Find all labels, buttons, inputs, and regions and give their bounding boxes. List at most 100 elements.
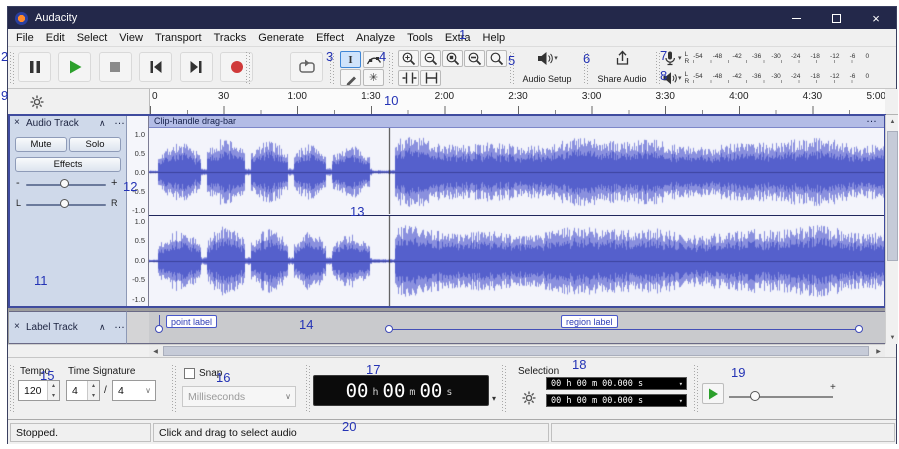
play-button[interactable] bbox=[58, 52, 91, 82]
point-label-handle[interactable] bbox=[155, 325, 163, 333]
time-signature-spinner[interactable]: ▴ ▾ bbox=[87, 381, 99, 400]
solo-button[interactable]: Solo bbox=[69, 137, 121, 152]
loop-button[interactable] bbox=[290, 52, 323, 82]
selection-gear-icon[interactable] bbox=[522, 391, 536, 405]
collapse-track-icon[interactable]: ∧ bbox=[99, 118, 106, 129]
stop-button[interactable] bbox=[99, 52, 132, 82]
selection-start-field[interactable]: 00 h 00 m 00.000 s ▾ bbox=[546, 377, 687, 390]
menu-item[interactable]: Effect bbox=[310, 30, 350, 46]
clip-handle-drag-bar[interactable]: Clip-handle drag-bar … bbox=[149, 115, 885, 128]
region-end-handle[interactable] bbox=[855, 325, 863, 333]
pan-slider-thumb[interactable] bbox=[60, 199, 69, 208]
recording-meter[interactable]: ▾ L R -54-48-42-36-30-24-18-12-60 bbox=[662, 49, 869, 67]
trim-audio-button[interactable] bbox=[398, 70, 419, 86]
selection-tool-button[interactable]: I bbox=[340, 51, 361, 68]
caret-down-icon: ▾ bbox=[678, 54, 682, 62]
menu-item[interactable]: File bbox=[10, 30, 40, 46]
toolbar-grip[interactable] bbox=[306, 365, 310, 413]
menu-item[interactable]: Tracks bbox=[208, 30, 253, 46]
effects-button[interactable]: Effects bbox=[15, 157, 121, 172]
play-at-speed-button[interactable] bbox=[702, 383, 724, 404]
position-seconds: 00 bbox=[419, 380, 442, 402]
toolbar-grip[interactable] bbox=[389, 52, 393, 84]
menu-item[interactable]: Transport bbox=[149, 30, 208, 46]
spin-up-icon[interactable]: ▴ bbox=[88, 381, 99, 391]
gain-minus-label: - bbox=[16, 177, 20, 189]
menu-item[interactable]: Tools bbox=[401, 30, 439, 46]
label-track-title[interactable]: Label Track bbox=[26, 322, 78, 333]
label-track-content[interactable]: point label region label bbox=[149, 311, 885, 344]
toolbar-grip[interactable] bbox=[172, 365, 176, 413]
collapse-track-icon[interactable]: ∧ bbox=[99, 322, 106, 333]
selection-end-field[interactable]: 00 h 00 m 00.000 s ▾ bbox=[546, 394, 687, 407]
pause-icon bbox=[26, 58, 44, 76]
menu-item[interactable]: Extra bbox=[439, 30, 477, 46]
multi-tool-button[interactable]: ✳ bbox=[363, 69, 384, 86]
track-menu-icon[interactable]: … bbox=[114, 319, 126, 331]
menu-item[interactable]: Edit bbox=[40, 30, 71, 46]
menu-item[interactable]: Analyze bbox=[350, 30, 401, 46]
snap-mode-select[interactable]: Milliseconds ∨ bbox=[182, 386, 296, 407]
gain-slider-thumb[interactable] bbox=[60, 179, 69, 188]
close-button[interactable]: × bbox=[856, 7, 896, 29]
time-signature-upper-input[interactable]: 4 ▴ ▾ bbox=[66, 380, 100, 401]
timeline-gear-icon[interactable] bbox=[30, 95, 44, 109]
clip-menu-icon[interactable]: … bbox=[866, 113, 878, 126]
waveform-channel-right[interactable] bbox=[149, 215, 885, 306]
playback-speed-slider[interactable] bbox=[729, 396, 833, 398]
track-menu-icon[interactable]: … bbox=[114, 115, 126, 127]
playback-meter[interactable]: ▾ L R -54-48-42-36-30-24-18-12-60 bbox=[662, 69, 869, 87]
menu-item[interactable]: Select bbox=[71, 30, 114, 46]
audio-position-display[interactable]: 00 h 00 m 00 s bbox=[313, 375, 489, 406]
vertical-scrollbar[interactable]: ▲ ▼ bbox=[885, 115, 898, 344]
fit-selection-button[interactable] bbox=[442, 50, 463, 67]
skip-to-start-button[interactable] bbox=[139, 52, 172, 82]
time-format-caret-icon[interactable]: ▾ bbox=[492, 394, 496, 403]
maximize-button[interactable] bbox=[816, 7, 856, 29]
waveform-channel-left[interactable] bbox=[149, 128, 885, 214]
silence-audio-button[interactable] bbox=[420, 70, 441, 86]
region-start-handle[interactable] bbox=[385, 325, 393, 333]
minimize-button[interactable] bbox=[776, 7, 816, 29]
scroll-down-arrow[interactable]: ▼ bbox=[886, 331, 899, 344]
skip-to-end-button[interactable] bbox=[180, 52, 213, 82]
menu-item[interactable]: Generate bbox=[252, 30, 310, 46]
mute-button[interactable]: Mute bbox=[15, 137, 67, 152]
spin-down-icon[interactable]: ▾ bbox=[48, 391, 59, 401]
tempo-spinner[interactable]: ▴ ▾ bbox=[47, 381, 59, 400]
zoom-in-button[interactable] bbox=[398, 50, 419, 67]
audio-setup-button[interactable]: ▾ Audio Setup bbox=[516, 50, 578, 86]
zoom-toggle-button[interactable] bbox=[486, 50, 507, 67]
toolbar-grip[interactable] bbox=[502, 365, 506, 413]
playback-speed-thumb[interactable] bbox=[750, 391, 760, 401]
toolbar-grip[interactable] bbox=[10, 52, 14, 84]
snap-checkbox[interactable] bbox=[184, 368, 195, 379]
pause-button[interactable] bbox=[18, 52, 51, 82]
timeline-ruler[interactable]: 0301:001:302:002:303:003:304:004:305:00 bbox=[149, 89, 885, 115]
draw-tool-button[interactable] bbox=[340, 69, 361, 86]
audio-track-title[interactable]: Audio Track bbox=[26, 118, 79, 129]
vertical-scroll-thumb[interactable] bbox=[887, 131, 898, 261]
toolbar-grip[interactable] bbox=[694, 365, 698, 413]
horizontal-scroll-thumb[interactable] bbox=[163, 346, 869, 356]
point-label-chip[interactable]: point label bbox=[166, 315, 217, 328]
region-label-chip[interactable]: region label bbox=[561, 315, 618, 328]
timeline-tick-label: 30 bbox=[218, 91, 229, 102]
toolbar-grip[interactable] bbox=[246, 52, 250, 84]
close-track-icon[interactable]: × bbox=[14, 321, 20, 332]
tempo-input[interactable]: 120 ▴ ▾ bbox=[18, 380, 60, 401]
zoom-out-button[interactable] bbox=[420, 50, 441, 67]
share-audio-button[interactable]: Share Audio bbox=[592, 50, 652, 86]
pan-left-label: L bbox=[16, 198, 21, 208]
menu-item[interactable]: Help bbox=[477, 30, 512, 46]
waveform-area[interactable]: Clip-handle drag-bar … bbox=[149, 115, 885, 307]
menu-item[interactable]: View bbox=[113, 30, 149, 46]
close-track-icon[interactable]: × bbox=[14, 117, 20, 128]
vertical-scale-ruler[interactable]: 1.0 0.5 0.0 -0.5 -1.0 1.0 0.5 0.0 -0.5 -… bbox=[127, 115, 149, 307]
time-signature-lower-select[interactable]: 4 ∨ bbox=[112, 380, 156, 401]
fit-project-button[interactable] bbox=[464, 50, 485, 67]
horizontal-scrollbar[interactable]: ◀ ▶ bbox=[149, 344, 885, 357]
toolbar-grip[interactable] bbox=[10, 365, 14, 413]
scroll-up-arrow[interactable]: ▲ bbox=[886, 115, 899, 128]
spin-down-icon[interactable]: ▾ bbox=[88, 391, 99, 401]
